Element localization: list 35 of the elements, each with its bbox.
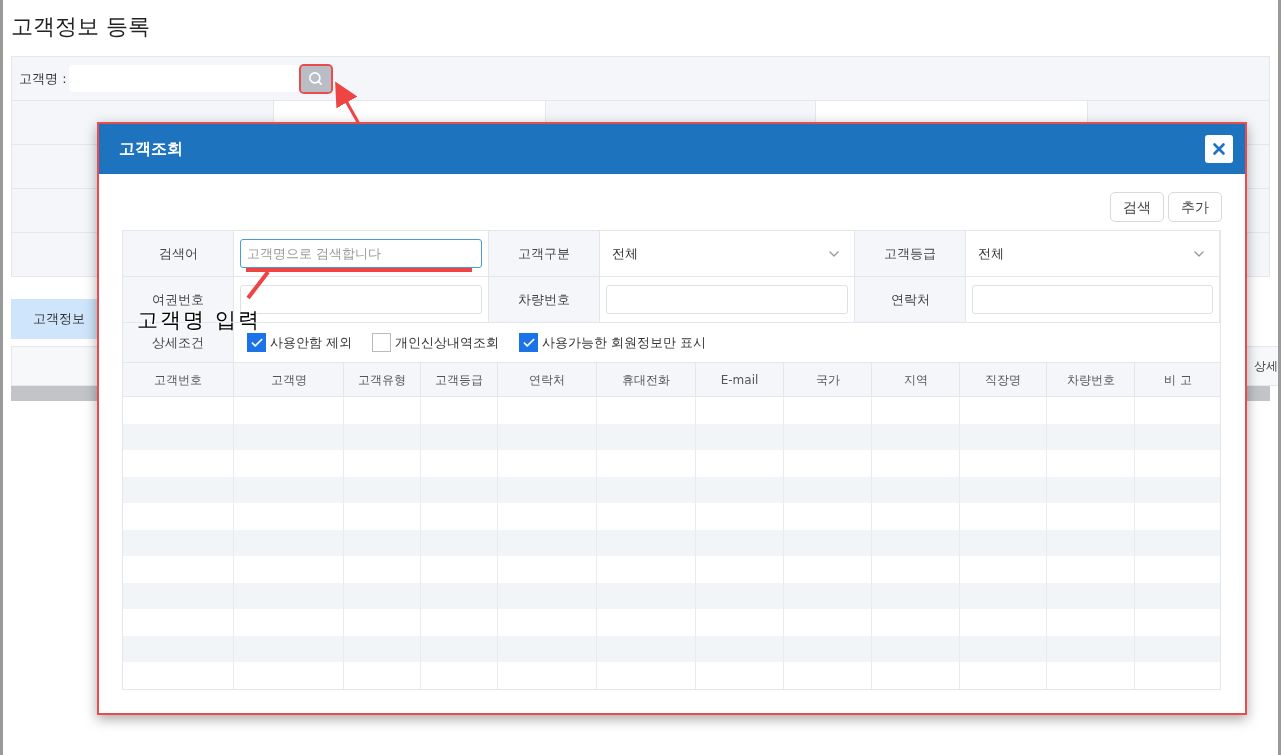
checkbox[interactable]: [247, 333, 266, 352]
checkbox-option[interactable]: 개인신상내역조회: [372, 332, 500, 353]
dialog-button[interactable]: 추가: [1168, 192, 1222, 222]
column-header: 지역: [872, 363, 960, 396]
column-header: 휴대전화: [597, 363, 696, 396]
column-header: 직장명: [960, 363, 1047, 396]
column-header: 고객명: [234, 363, 344, 396]
close-button[interactable]: [1205, 135, 1233, 163]
customer-name-field[interactable]: [68, 65, 299, 92]
dialog-button[interactable]: 검색: [1110, 192, 1164, 222]
checkbox-option[interactable]: 사용가능한 회원정보만 표시: [519, 332, 707, 353]
search-label: 고객명 :: [19, 69, 67, 88]
checkbox[interactable]: [519, 333, 539, 352]
search-icon: [308, 71, 323, 86]
column-header: 국가: [784, 363, 872, 396]
page-title: 고객정보 등록: [10, 13, 151, 41]
search-button[interactable]: [300, 65, 331, 92]
form-label: 고객등급: [855, 231, 966, 276]
checkbox-option[interactable]: 사용안함 제외: [247, 332, 353, 353]
column-header: 고객등급: [421, 363, 498, 396]
checkbox[interactable]: [372, 333, 392, 352]
column-header: 고객번호: [123, 363, 234, 396]
form-label: 연락처: [855, 277, 966, 322]
column-header: 고객유형: [344, 363, 421, 396]
form-label: 검색어: [123, 231, 234, 276]
column-header: 비 고: [1163, 371, 1193, 389]
column-header: 연락처: [498, 363, 597, 396]
form-label: 고객구분: [489, 231, 600, 276]
form-label: 차량번호: [489, 277, 600, 322]
dialog-title: 고객조회: [119, 138, 183, 160]
input-field[interactable]: 고객명으로 검색합니다: [240, 239, 482, 268]
column-header: E-mail: [696, 363, 784, 396]
column-header: 상세: [1254, 358, 1278, 375]
close-icon: [1210, 140, 1228, 158]
column-header: 차량번호: [1047, 363, 1135, 396]
